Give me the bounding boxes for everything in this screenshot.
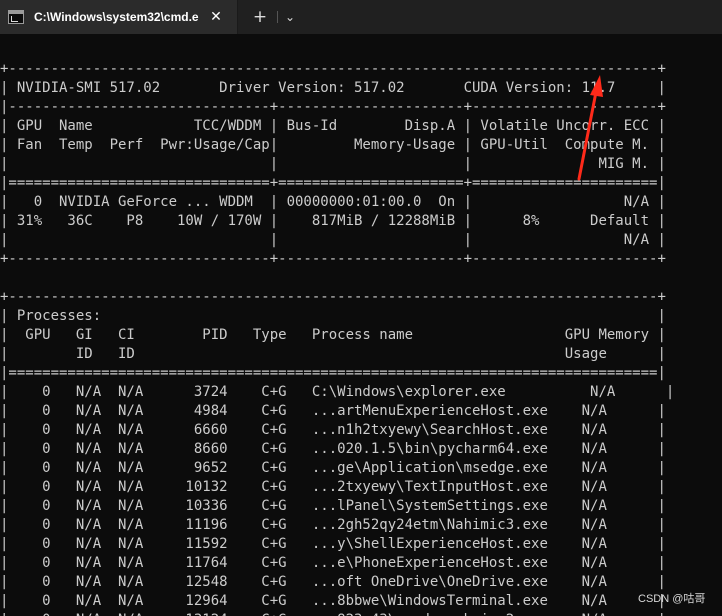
tab-cmd[interactable]: C:\Windows\system32\cmd.e ✕ (0, 0, 238, 34)
terminal-window: C:\Windows\system32\cmd.e ✕ + ⌄ +-------… (0, 0, 722, 616)
title-bar: C:\Windows\system32\cmd.e ✕ + ⌄ (0, 0, 722, 34)
arrow-head (590, 75, 603, 97)
terminal-icon (8, 10, 24, 24)
tab-title: C:\Windows\system32\cmd.e (34, 10, 199, 24)
red-arrow-annotation (577, 75, 603, 181)
tab-divider (277, 11, 278, 23)
arrow-shaft (577, 90, 598, 181)
new-tab-button[interactable]: + (248, 6, 272, 28)
terminal-output[interactable]: +---------------------------------------… (0, 34, 722, 616)
chevron-down-icon[interactable]: ⌄ (280, 6, 300, 28)
watermark: CSDN @咕哥 (638, 593, 706, 605)
close-icon[interactable]: ✕ (205, 6, 227, 28)
